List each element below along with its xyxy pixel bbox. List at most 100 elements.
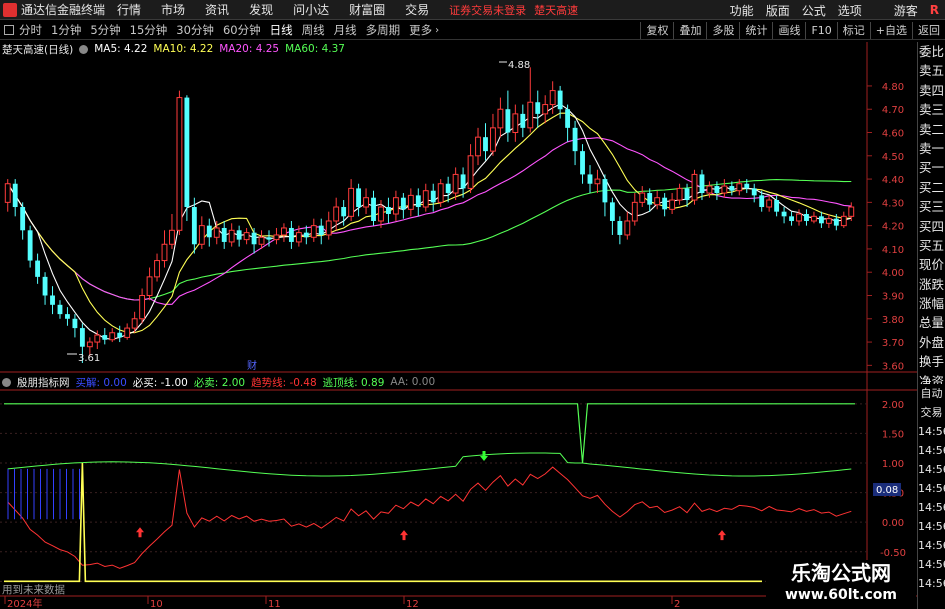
quote-label: 买三 (918, 199, 944, 215)
quote-label: 卖五 (918, 63, 944, 79)
price-tick-label: 3.80 (882, 315, 904, 326)
candle-body (221, 227, 227, 242)
tick-time: 14:56 (918, 539, 945, 552)
candle-body (751, 188, 757, 196)
candle-body (662, 197, 668, 210)
quote-label: 买二 (918, 179, 944, 195)
candle-body (4, 183, 11, 203)
candle-body (348, 187, 355, 217)
date-label: 2024年 (7, 597, 42, 609)
candle-body (50, 295, 55, 305)
buy-arrow-icon (136, 527, 144, 538)
red-r-icon[interactable]: R (930, 3, 939, 17)
quote-label: 委比 (918, 44, 944, 59)
candle-body (505, 109, 511, 133)
price-tick-label: 3.60 (882, 361, 904, 372)
candle-body (527, 101, 534, 129)
quote-label: 涨跌 (918, 276, 944, 292)
quote-label: 涨幅 (918, 296, 944, 312)
candle-body (691, 173, 698, 201)
candle-body (102, 335, 108, 340)
price-tick-label: 4.00 (882, 268, 904, 279)
candle-body (295, 232, 302, 243)
candle-body (356, 188, 362, 208)
candle-body (445, 183, 451, 194)
date-label: 2 (674, 599, 680, 609)
kline-chart[interactable]: 4.80 4.70 4.60 4.50 4.40 4.30 4.20 4.10 4.00 3.90… (0, 0, 917, 609)
candle-body (759, 195, 765, 208)
candle-body (228, 229, 235, 243)
candle-body (490, 127, 496, 152)
tick-time: 14:56 (918, 482, 945, 495)
candle-body (318, 225, 324, 235)
candle-body (42, 276, 48, 296)
candle-body (146, 276, 153, 296)
candle-body (684, 188, 690, 201)
candle-body (57, 304, 63, 315)
quote-label: 外盘 (918, 334, 944, 350)
candle-body (796, 213, 802, 222)
quote-label: 卖三 (918, 102, 944, 118)
candle-body (243, 232, 250, 241)
candle-body (467, 155, 474, 189)
candle-body (310, 225, 317, 238)
quote-label: 卖一 (918, 140, 944, 156)
tick-time: 14:56 (918, 558, 945, 571)
candle-body (273, 234, 280, 241)
candle-body (736, 183, 743, 192)
auto-trade-label[interactable]: 交易 (918, 403, 945, 422)
candle-body (475, 136, 481, 157)
candle-body (729, 186, 735, 191)
candle-body (139, 294, 146, 320)
candle-body (840, 215, 847, 227)
candle-body (520, 113, 526, 128)
price-tick-label: 3.70 (882, 338, 904, 349)
candle-body (818, 216, 824, 224)
candle-body (169, 229, 175, 245)
candle-body (647, 193, 653, 205)
candle-body (236, 230, 242, 240)
candle-body (333, 206, 340, 222)
candle-body (542, 104, 549, 115)
quote-label: 换手 (918, 354, 944, 370)
candle-body (804, 214, 809, 221)
sub-tick-label: 0.00 (882, 518, 904, 529)
candle-body (497, 108, 504, 129)
candle-body (392, 197, 399, 215)
finance-marker[interactable]: 财 (247, 359, 257, 372)
watermark-url: www.60lt.com (784, 587, 898, 603)
price-tick-label: 4.40 (882, 175, 904, 186)
candle-body (654, 197, 661, 206)
candle-body (639, 192, 646, 203)
candle-body (460, 174, 466, 189)
candle-body (27, 230, 33, 261)
value-box-text: 0.08 (876, 485, 898, 496)
candle-body (811, 215, 817, 222)
auto-trade-label[interactable]: 自动 (918, 384, 945, 403)
candle-body (452, 173, 459, 194)
candle-body (572, 127, 578, 152)
candle-body (587, 174, 593, 184)
candle-body (288, 227, 294, 242)
watermark: 乐淘公式网 www.60lt.com (766, 560, 916, 609)
candle-body (86, 341, 93, 348)
candle-body (594, 178, 601, 185)
candle-body (602, 179, 608, 203)
trend-line (7, 466, 852, 569)
candle-body (676, 187, 683, 201)
future-data-note: 用到未来数据 (2, 584, 65, 596)
candle-body (825, 218, 832, 224)
candle-body (781, 211, 787, 217)
price-tick-label: 4.30 (882, 198, 904, 209)
candle-body (848, 206, 855, 217)
sub-tick-label: -0.50 (880, 548, 906, 559)
candle-body (549, 90, 556, 106)
quote-label: 卖二 (918, 121, 944, 137)
candle-body (721, 185, 728, 194)
sub-tick-label: 1.50 (882, 429, 904, 440)
date-label: 10 (150, 599, 163, 609)
escape-line (7, 452, 852, 477)
candle-body (744, 183, 750, 189)
trade-panel: 自动 交易 14:56 14:56 14:56 14:56 14:56 14:5… (917, 384, 945, 609)
candle-body (669, 199, 676, 210)
